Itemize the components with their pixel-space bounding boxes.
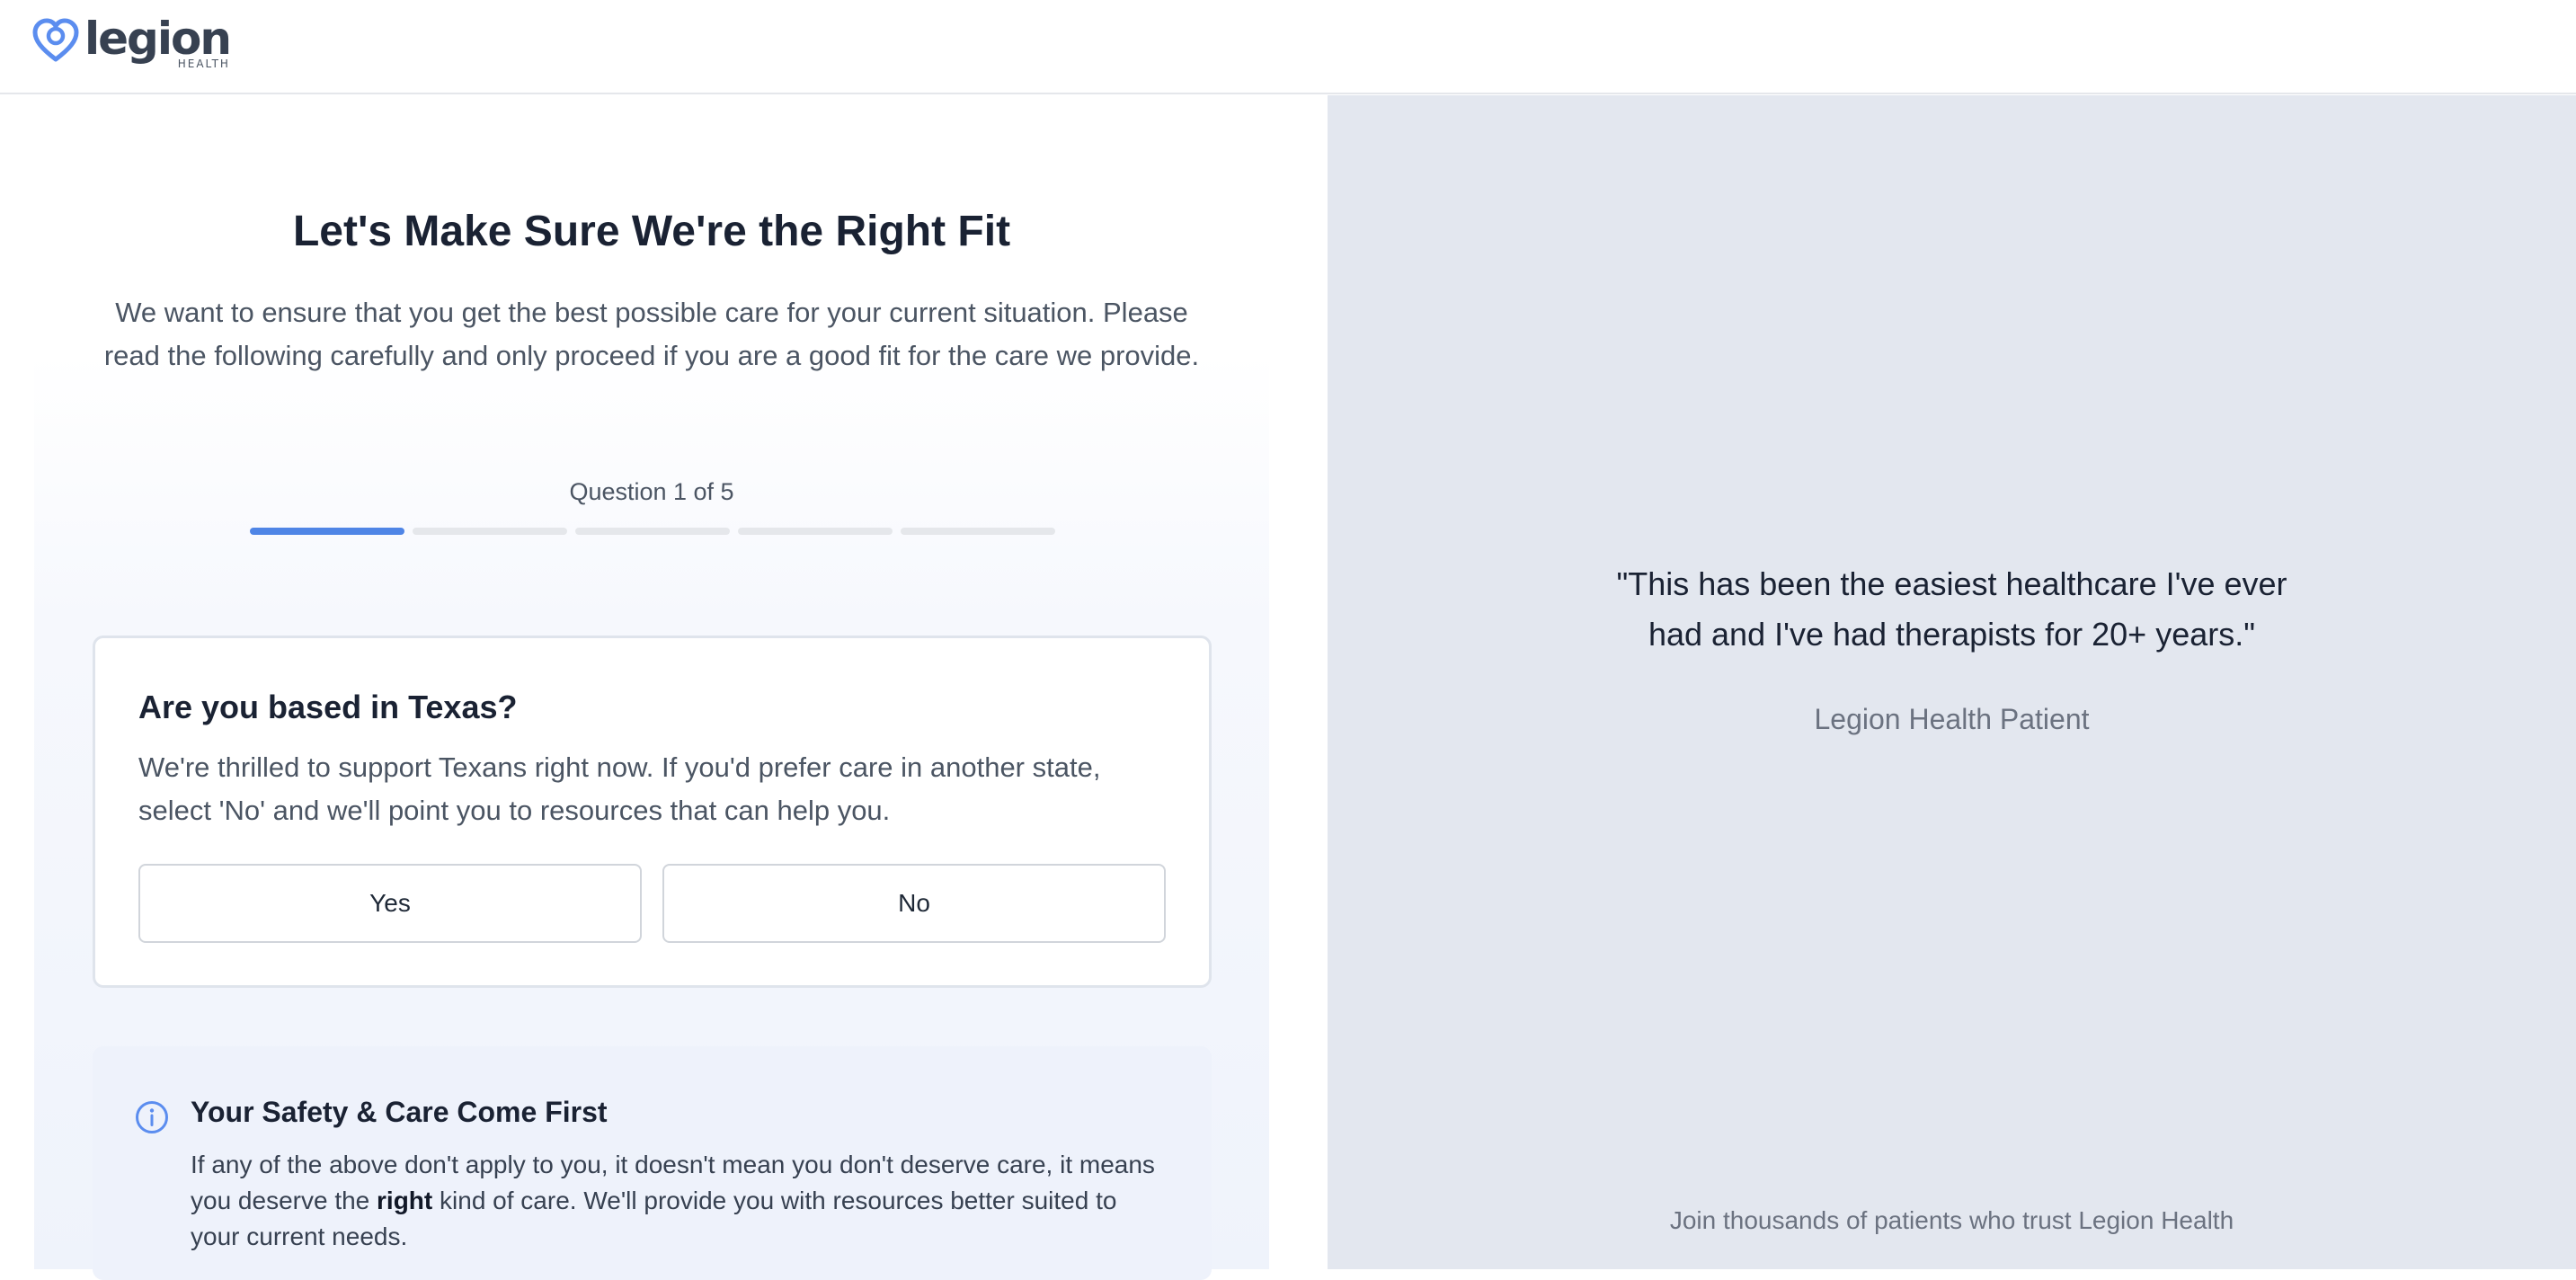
page-title: Let's Make Sure We're the Right Fit: [292, 208, 1011, 255]
safety-notice: Your Safety & Care Come First If any of …: [93, 1046, 1212, 1280]
testimonial-panel: "This has been the easiest healthcare I'…: [1328, 95, 2576, 1269]
info-icon: [136, 1101, 168, 1133]
logo-subtitle: HEALTH: [177, 58, 230, 70]
progress-bar: [250, 528, 1055, 535]
yes-button[interactable]: Yes: [138, 864, 642, 943]
testimonial-quote: "This has been the easiest healthcare I'…: [1616, 565, 2287, 653]
progress-segment: [738, 528, 893, 535]
screening-panel: Let's Make Sure We're the Right Fit We w…: [0, 95, 1327, 1280]
safety-body: If any of the above don't apply to you, …: [191, 1147, 1161, 1255]
trust-line: Join thousands of patients who trust Leg…: [1669, 1206, 2234, 1234]
testimonial-attribution: Legion Health Patient: [1814, 703, 2090, 735]
no-button[interactable]: No: [662, 864, 1166, 943]
question-description: We're thrilled to support Texans right n…: [138, 751, 1101, 826]
intro-text: We want to ensure that you get the best …: [103, 297, 1200, 371]
screening-content: Let's Make Sure We're the Right Fit We w…: [34, 95, 1269, 1280]
legion-health-logo[interactable]: legion HEALTH: [32, 13, 232, 74]
safety-title: Your Safety & Care Come First: [191, 1096, 608, 1128]
progress-segment: [250, 528, 404, 535]
heart-logo-icon: [32, 18, 79, 62]
progress-segment: [575, 528, 730, 535]
progress-segment: [413, 528, 567, 535]
progress-label: Question 1 of 5: [569, 478, 734, 505]
logo-word: legion: [84, 13, 232, 65]
top-header: legion HEALTH: [0, 0, 2576, 94]
question-title: Are you based in Texas?: [138, 689, 518, 725]
question-card: Are you based in Texas? We're thrilled t…: [93, 636, 1212, 988]
progress-segment: [901, 528, 1055, 535]
logo-wordmark: legion HEALTH: [84, 13, 232, 74]
safety-body-emphasis: right: [377, 1187, 433, 1214]
